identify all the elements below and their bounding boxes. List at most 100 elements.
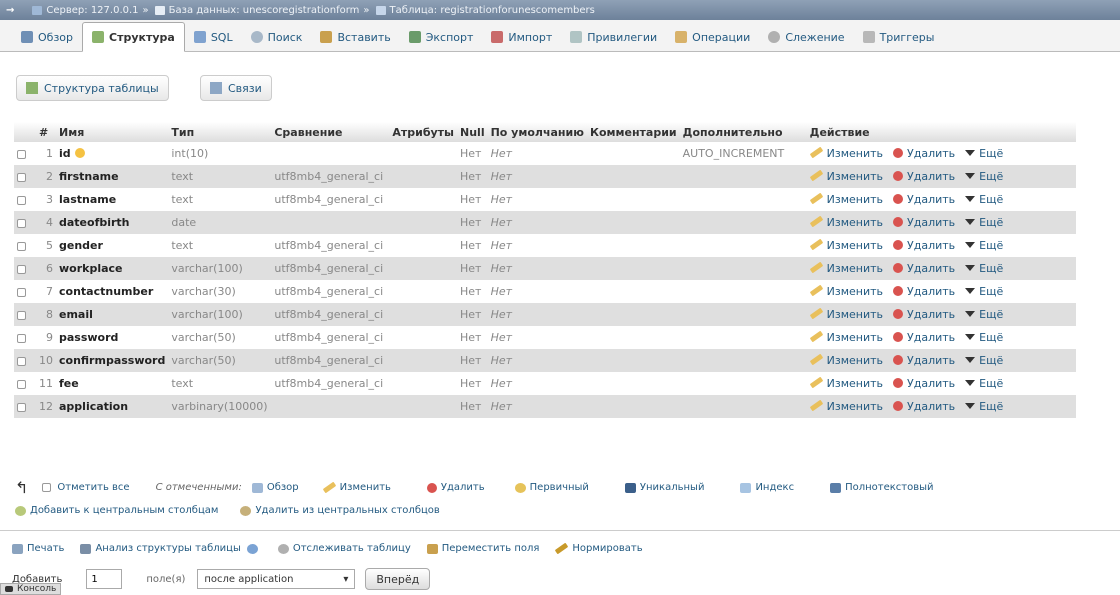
column-name[interactable]: id — [59, 147, 71, 160]
tab-insert[interactable]: Вставить — [311, 23, 399, 51]
tab-browse[interactable]: Обзор — [12, 23, 82, 51]
tab-tracking[interactable]: Слежение — [759, 23, 853, 51]
row-checkbox[interactable] — [14, 211, 36, 234]
row-checkbox[interactable] — [14, 349, 36, 372]
row-checkbox[interactable] — [14, 188, 36, 211]
delete-button[interactable]: Удалить — [893, 331, 955, 344]
collapse-arrow-icon[interactable]: → — [6, 5, 14, 16]
column-name[interactable]: workplace — [59, 262, 123, 275]
row-checkbox[interactable] — [14, 303, 36, 326]
column-name-cell[interactable]: workplace — [56, 257, 169, 280]
delete-button[interactable]: Удалить — [893, 354, 955, 367]
column-name-cell[interactable]: confirmpassword — [56, 349, 169, 372]
column-header-num[interactable]: # — [36, 122, 56, 142]
add-central-columns-button[interactable]: Добавить к центральным столбцам — [15, 505, 218, 516]
column-name-cell[interactable]: firstname — [56, 165, 169, 188]
checkbox-icon[interactable] — [17, 264, 26, 274]
checkbox-icon[interactable] — [42, 483, 52, 492]
column-name-cell[interactable]: password — [56, 326, 169, 349]
checkbox-icon[interactable] — [17, 356, 26, 366]
checkbox-icon[interactable] — [17, 172, 26, 182]
checkbox-icon[interactable] — [17, 402, 26, 412]
edit-button[interactable]: Изменить — [809, 330, 883, 344]
move-columns-link[interactable]: Переместить поля — [426, 543, 539, 554]
breadcrumb-table[interactable]: Таблица: registrationforunescomembers — [390, 5, 595, 16]
delete-button[interactable]: Удалить — [893, 400, 955, 413]
edit-button[interactable]: Изменить — [809, 284, 883, 298]
bulk-fulltext-button[interactable]: Полнотекстовый — [830, 482, 934, 493]
column-header-name[interactable]: Имя — [56, 122, 169, 142]
row-checkbox[interactable] — [14, 257, 36, 280]
more-button[interactable]: Ещё — [965, 239, 1003, 252]
column-name[interactable]: application — [59, 400, 128, 413]
tab-search[interactable]: Поиск — [242, 23, 312, 51]
bulk-unique-button[interactable]: Уникальный — [624, 482, 704, 493]
delete-button[interactable]: Удалить — [893, 285, 955, 298]
help-icon[interactable] — [246, 543, 258, 554]
edit-button[interactable]: Изменить — [809, 376, 883, 390]
checkbox-icon[interactable] — [17, 379, 26, 389]
checkbox-icon[interactable] — [17, 310, 26, 320]
bulk-delete-button[interactable]: Удалить — [426, 482, 485, 493]
tab-structure[interactable]: Структура — [82, 22, 185, 52]
more-button[interactable]: Ещё — [965, 285, 1003, 298]
edit-button[interactable]: Изменить — [809, 399, 883, 413]
print-link[interactable]: Печать — [12, 543, 64, 554]
edit-button[interactable]: Изменить — [809, 192, 883, 206]
checkbox-icon[interactable] — [17, 149, 26, 159]
checkbox-icon[interactable] — [17, 333, 26, 343]
subtab-table-structure[interactable]: Структура таблицы — [16, 75, 169, 101]
track-table-link[interactable]: Отслеживать таблицу — [277, 543, 411, 554]
column-name-cell[interactable]: email — [56, 303, 169, 326]
more-button[interactable]: Ещё — [965, 354, 1003, 367]
delete-button[interactable]: Удалить — [893, 147, 955, 160]
edit-button[interactable]: Изменить — [809, 261, 883, 275]
edit-button[interactable]: Изменить — [809, 238, 883, 252]
normalize-link[interactable]: Нормировать — [555, 542, 643, 555]
edit-button[interactable]: Изменить — [809, 146, 883, 160]
delete-button[interactable]: Удалить — [893, 308, 955, 321]
bulk-primary-button[interactable]: Первичный — [514, 482, 589, 493]
bulk-browse-button[interactable]: Обзор — [251, 482, 299, 493]
breadcrumb-server[interactable]: Сервер: 127.0.0.1 — [46, 5, 138, 16]
bulk-index-button[interactable]: Индекс — [740, 482, 794, 493]
column-name[interactable]: lastname — [59, 193, 116, 206]
checkbox-icon[interactable] — [17, 287, 26, 297]
column-name-cell[interactable]: dateofbirth — [56, 211, 169, 234]
row-checkbox[interactable] — [14, 165, 36, 188]
checkbox-icon[interactable] — [17, 195, 26, 205]
console-tab[interactable]: Консоль — [0, 583, 62, 595]
column-name[interactable]: gender — [59, 239, 103, 252]
more-button[interactable]: Ещё — [965, 331, 1003, 344]
row-checkbox[interactable] — [14, 280, 36, 303]
column-header-attributes[interactable]: Атрибуты — [389, 122, 458, 142]
column-name[interactable]: confirmpassword — [59, 354, 165, 367]
column-name-cell[interactable]: lastname — [56, 188, 169, 211]
tab-privileges[interactable]: Привилегии — [561, 23, 666, 51]
column-header-type[interactable]: Тип — [168, 122, 272, 142]
row-checkbox[interactable] — [14, 234, 36, 257]
breadcrumb-database[interactable]: База данных: unescoregistrationform — [169, 5, 360, 16]
column-name[interactable]: firstname — [59, 170, 119, 183]
edit-button[interactable]: Изменить — [809, 353, 883, 367]
checkbox-icon[interactable] — [17, 218, 26, 228]
row-checkbox[interactable] — [14, 372, 36, 395]
column-name[interactable]: contactnumber — [59, 285, 153, 298]
delete-button[interactable]: Удалить — [893, 216, 955, 229]
column-header-null[interactable]: Null — [457, 122, 488, 142]
more-button[interactable]: Ещё — [965, 170, 1003, 183]
tab-export[interactable]: Экспорт — [400, 23, 483, 51]
field-position-select[interactable]: после application ▾ — [197, 569, 356, 589]
more-button[interactable]: Ещё — [965, 262, 1003, 275]
analyze-structure-link[interactable]: Анализ структуры таблицы — [80, 543, 261, 554]
remove-central-columns-button[interactable]: Удалить из центральных столбцов — [240, 505, 440, 516]
subtab-relations[interactable]: Связи — [200, 75, 272, 101]
column-name-cell[interactable]: gender — [56, 234, 169, 257]
tab-operations[interactable]: Операции — [666, 23, 759, 51]
delete-button[interactable]: Удалить — [893, 170, 955, 183]
checkbox-icon[interactable] — [17, 241, 26, 251]
tab-sql[interactable]: SQL — [185, 23, 242, 51]
check-all[interactable]: Отметить все — [42, 482, 130, 493]
more-button[interactable]: Ещё — [965, 216, 1003, 229]
column-name[interactable]: fee — [59, 377, 79, 390]
